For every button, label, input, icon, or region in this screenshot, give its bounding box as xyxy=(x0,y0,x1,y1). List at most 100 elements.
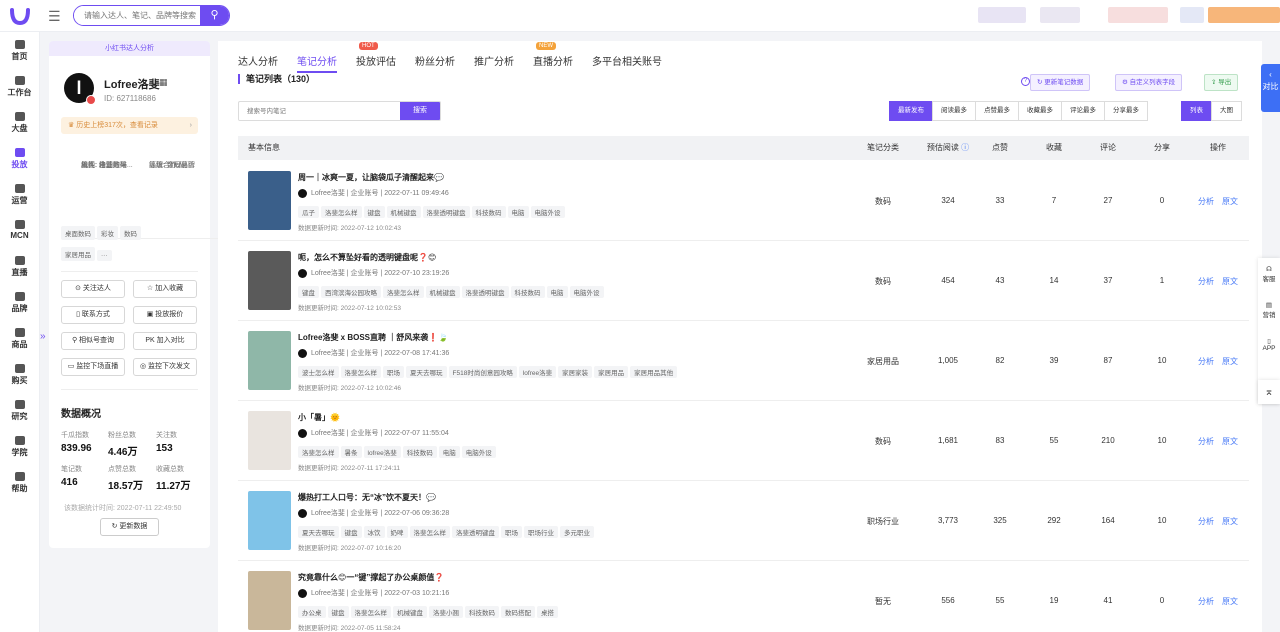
analyze-link[interactable]: 分析 xyxy=(1198,356,1214,367)
note-title[interactable]: 呃，怎么不算坠好看的透明键盘呢❓😊 xyxy=(298,252,436,263)
refresh-data-button[interactable]: ↻ 更新数据 xyxy=(100,518,159,536)
tab-promo-analysis[interactable]: 推广分析 xyxy=(474,53,514,73)
original-link[interactable]: 原文 xyxy=(1222,356,1238,367)
note-title[interactable]: Lofree洛斐 x BOSS直聘 ｜舒风来袭❗🍃 xyxy=(298,332,448,343)
menu-toggle-icon[interactable]: ☰ xyxy=(48,8,64,24)
note-search-button[interactable]: 搜索 xyxy=(400,102,440,120)
col-reads: 预估阅读 ⓘ xyxy=(918,136,978,160)
note-tag: 家居家装 xyxy=(558,366,593,378)
history-banner[interactable]: ♛ 历史上榜317次，查看记录 › xyxy=(61,117,198,134)
more-tags[interactable]: ··· xyxy=(97,250,112,261)
stat-following: 关注数 153 xyxy=(156,430,206,454)
original-link[interactable]: 原文 xyxy=(1222,436,1238,447)
tab-fans-analysis[interactable]: 粉丝分析 xyxy=(415,53,455,73)
follow-button[interactable]: ⊙ 关注达人 xyxy=(61,280,125,298)
blurred-area xyxy=(1040,7,1080,23)
info-icon[interactable]: ⓘ xyxy=(961,143,969,152)
original-link[interactable]: 原文 xyxy=(1222,516,1238,527)
sort-shares[interactable]: 分享最多 xyxy=(1104,101,1148,121)
nav-mcn[interactable]: MCN xyxy=(0,212,39,248)
note-thumbnail[interactable] xyxy=(248,251,291,310)
nav-live[interactable]: 直播 xyxy=(0,248,39,284)
help-icon[interactable]: ? xyxy=(1021,77,1030,86)
qrcode-icon[interactable]: ▦ xyxy=(159,77,168,88)
favorite-button[interactable]: ☆ 加入收藏 xyxy=(133,280,197,298)
note-list-title: 笔记列表（130） xyxy=(238,74,315,84)
note-title[interactable]: 究竟靠什么😊一“键”撑起了办公桌颜值❓ xyxy=(298,572,444,583)
stat-notes: 笔记数 416 xyxy=(61,464,111,488)
monitor-live-button[interactable]: ▭ 监控下场直播 xyxy=(61,358,125,376)
original-link[interactable]: 原文 xyxy=(1222,196,1238,207)
monitor-post-button[interactable]: ◎ 监控下次发文 xyxy=(133,358,197,376)
history-text: 历史上榜317次，查看记录 xyxy=(76,122,158,129)
analyze-link[interactable]: 分析 xyxy=(1198,276,1214,287)
tab-note-analysis[interactable]: 笔记分析 xyxy=(297,53,337,73)
back-to-top-icon[interactable]: ⌅ xyxy=(1258,380,1280,404)
mcn-icon xyxy=(14,220,25,229)
note-tags: 瓜子 洛斐怎么样 键盘 机械键盘 洛斐透明键盘 科技数码 电脑 电脑外设 xyxy=(298,204,567,218)
original-link[interactable]: 原文 xyxy=(1222,596,1238,607)
nav-delivery[interactable]: 投放 xyxy=(0,140,39,176)
nav-home[interactable]: 首页 xyxy=(0,32,39,68)
quote-button[interactable]: ▣ 投放报价 xyxy=(133,306,197,324)
note-title[interactable]: 爆热打工人口号：无“冰”饮不夏天！💬 xyxy=(298,492,436,503)
brand-logo-icon xyxy=(298,348,307,358)
nav-market[interactable]: 大盘 xyxy=(0,104,39,140)
note-title[interactable]: 小「暑」🌞 xyxy=(298,412,340,423)
analyze-link[interactable]: 分析 xyxy=(1198,516,1214,527)
update-time: 数据更新时间: 2022-07-12 10:02:46 xyxy=(298,385,401,392)
sort-likes[interactable]: 点赞最多 xyxy=(975,101,1019,121)
note-thumbnail[interactable] xyxy=(248,491,291,550)
view-list[interactable]: 列表 xyxy=(1181,101,1212,121)
compare-tab[interactable]: ‹ 对比 xyxy=(1261,64,1280,112)
analyze-link[interactable]: 分析 xyxy=(1198,196,1214,207)
tab-live-analysis[interactable]: NEW 直播分析 xyxy=(533,42,573,73)
app-logo-icon[interactable] xyxy=(9,6,31,26)
contact-button[interactable]: ▯ 联系方式 xyxy=(61,306,125,324)
sort-reads[interactable]: 阅读最多 xyxy=(932,101,976,121)
nav-workbench[interactable]: 工作台 xyxy=(0,68,39,104)
new-badge: NEW xyxy=(536,42,556,50)
note-tag: F518时尚创意园攻略 xyxy=(448,366,517,378)
tab-creator-analysis[interactable]: 达人分析 xyxy=(238,53,278,73)
home-icon xyxy=(14,40,25,49)
global-search-input[interactable] xyxy=(74,6,200,25)
nav-academy[interactable]: 学院 xyxy=(0,428,39,464)
view-grid[interactable]: 大图 xyxy=(1211,101,1242,121)
marketing-button[interactable]: ▤ 营销 xyxy=(1258,294,1280,330)
cell-shares: 0 xyxy=(1159,596,1165,605)
note-thumbnail[interactable] xyxy=(248,171,291,230)
add-compare-button[interactable]: PK 加入对比 xyxy=(133,332,197,350)
sort-favorites[interactable]: 收藏最多 xyxy=(1018,101,1062,121)
search-icon[interactable]: ⚲ xyxy=(200,6,229,25)
tab-multi-platform[interactable]: 多平台相关账号 xyxy=(592,53,662,73)
original-link[interactable]: 原文 xyxy=(1222,276,1238,287)
cell-comments: 210 xyxy=(1101,436,1115,445)
nav-research[interactable]: 研究 xyxy=(0,392,39,428)
sort-latest[interactable]: 最新发布 xyxy=(889,101,933,121)
note-thumbnail[interactable] xyxy=(248,331,291,390)
nav-operation[interactable]: 运营 xyxy=(0,176,39,212)
nav-goods[interactable]: 商品 xyxy=(0,320,39,356)
note-thumbnail[interactable] xyxy=(248,571,291,630)
analyze-link[interactable]: 分析 xyxy=(1198,596,1214,607)
expand-chevron-icon[interactable]: » xyxy=(40,331,48,345)
sort-comments[interactable]: 评论最多 xyxy=(1061,101,1105,121)
note-title[interactable]: 周一｜冰爽一夏，让脑袋瓜子清醒起来💬 xyxy=(298,172,444,183)
btn-label: 自定义列表字段 xyxy=(1129,79,1176,86)
delivery-icon xyxy=(14,148,25,157)
analysis-tabs: 达人分析 笔记分析 HOT 投放评估 粉丝分析 推广分析 NEW 直播分析 多平台相… xyxy=(238,42,681,73)
note-search-input[interactable] xyxy=(239,102,399,120)
app-button[interactable]: ▯ APP xyxy=(1258,330,1280,366)
nav-buy[interactable]: 购买 xyxy=(0,356,39,392)
export-button[interactable]: ⇪ 导出 xyxy=(1204,74,1239,91)
customer-service-button[interactable]: ☊ 客服 xyxy=(1258,258,1280,294)
nav-brand[interactable]: 品牌 xyxy=(0,284,39,320)
tab-delivery-eval[interactable]: HOT 投放评估 xyxy=(356,42,396,73)
similar-search-button[interactable]: ⚲ 相似号查询 xyxy=(61,332,125,350)
update-notes-button[interactable]: ↻ 更新笔记数据 xyxy=(1030,74,1091,91)
note-thumbnail[interactable] xyxy=(248,411,291,470)
custom-fields-button[interactable]: ⚙ 自定义列表字段 xyxy=(1115,74,1183,91)
nav-help[interactable]: 帮助 xyxy=(0,464,39,500)
analyze-link[interactable]: 分析 xyxy=(1198,436,1214,447)
